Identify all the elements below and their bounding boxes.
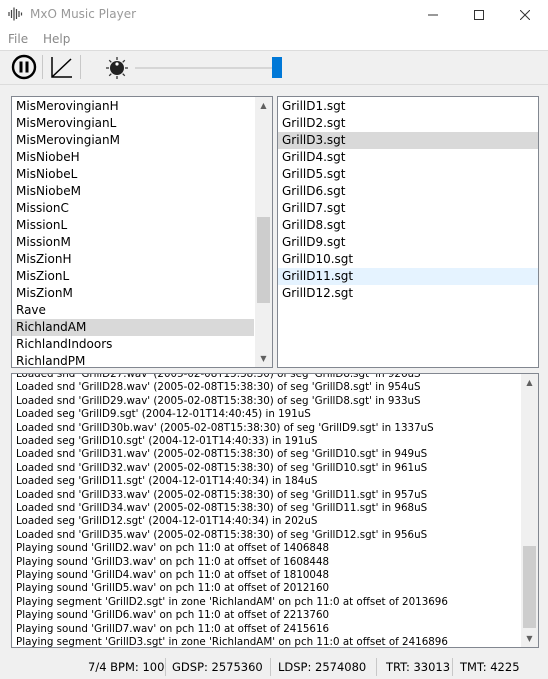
zone-list-item[interactable]: Rave <box>12 302 254 319</box>
segment-list-item[interactable]: GrillD10.sgt <box>278 251 538 268</box>
segment-list-item[interactable]: GrillD5.sgt <box>278 166 538 183</box>
zone-list-item[interactable]: MisZionL <box>12 268 254 285</box>
zone-list-item[interactable]: MissionL <box>12 217 254 234</box>
zone-list-item[interactable]: MissionM <box>12 234 254 251</box>
log-line: Playing segment 'GrillD3.sgt' in zone 'R… <box>16 636 448 648</box>
window-title: MxO Music Player <box>30 7 137 21</box>
zone-list-item[interactable]: RichlandAM <box>12 319 254 336</box>
scroll-down-icon[interactable]: ▼ <box>255 350 272 367</box>
volume-slider-track[interactable] <box>135 67 280 69</box>
segment-list-item[interactable]: GrillD6.sgt <box>278 183 538 200</box>
zone-list-item[interactable]: MisZionH <box>12 251 254 268</box>
segment-list-item[interactable]: GrillD4.sgt <box>278 149 538 166</box>
log-line: Loaded snd 'GrillD29.wav' (2005-02-08T15… <box>16 394 421 407</box>
status-gdsp: GDSP: 2575360 <box>172 660 263 674</box>
menu-bar: File Help <box>0 30 548 50</box>
title-bar: MxO Music Player <box>0 0 548 30</box>
segment-list-item[interactable]: GrillD3.sgt <box>278 132 538 149</box>
log-line: Loaded snd 'GrillD28.wav' (2005-02-08T15… <box>16 381 421 394</box>
segment-list-item[interactable]: GrillD8.sgt <box>278 217 538 234</box>
segment-list-item[interactable]: GrillD9.sgt <box>278 234 538 251</box>
zone-list-item[interactable]: MisZionM <box>12 285 254 302</box>
log-line: Loaded snd 'GrillD27.wav' (2005-02-08T15… <box>16 373 421 380</box>
status-separator <box>452 658 453 676</box>
maximize-icon <box>474 9 484 20</box>
menu-help[interactable]: Help <box>43 32 70 46</box>
curve-button[interactable] <box>49 54 75 80</box>
toolbar-separator <box>80 55 81 79</box>
status-separator <box>376 658 377 676</box>
zone-list-item[interactable]: MissionC <box>12 200 254 217</box>
zone-list-scrollbar[interactable]: ▲ ▼ <box>255 97 272 367</box>
zone-list-item[interactable]: MisMerovingianH <box>12 98 254 115</box>
log-scrollbar[interactable]: ▲ ▼ <box>521 374 538 647</box>
log-line: Playing sound 'GrillD4.wav' on pch 11:0 … <box>16 569 330 581</box>
scrollbar-thumb[interactable] <box>257 217 270 303</box>
line-graph-icon <box>51 57 72 78</box>
log-line: Loaded seg 'GrillD11.sgt' (2004-12-01T14… <box>16 475 318 488</box>
status-separator <box>165 658 166 676</box>
zone-list[interactable]: MisMerovingianH MisMerovingianL MisMerovin… <box>11 96 273 368</box>
log-line: Playing sound 'GrillD3.wav' on pch 11:0 … <box>16 555 330 568</box>
log-line: Loaded snd 'GrillD32.wav' (2005-02-08T15… <box>16 461 428 474</box>
zone-list-item[interactable]: MisNiobeM <box>12 183 254 200</box>
pause-button[interactable] <box>11 54 37 80</box>
zone-list-item[interactable]: MisMerovingianM <box>12 132 254 149</box>
log-line: Loaded snd 'GrillD35.wav' (2005-02-08T15… <box>16 528 428 541</box>
log-line: Loaded seg 'GrillD10.sgt' (2004-12-01T14… <box>16 435 318 447</box>
maximize-button[interactable] <box>456 0 502 30</box>
zone-list-item[interactable]: RichlandPM <box>12 353 254 367</box>
waveform-icon <box>8 7 23 21</box>
scroll-up-icon[interactable]: ▲ <box>255 97 272 114</box>
volume-knob-icon <box>106 57 128 79</box>
segment-list-item[interactable]: GrillD12.sgt <box>278 285 538 302</box>
pause-circle-icon <box>11 54 37 80</box>
zone-list-item[interactable]: RichlandIndoors <box>12 336 254 353</box>
segment-list[interactable]: GrillD1.sgt GrillD2.sgt GrillD3.sgt GrillD4… <box>277 96 539 368</box>
close-icon <box>519 9 531 20</box>
zone-list-item[interactable]: MisMerovingianL <box>12 115 254 132</box>
toolbar <box>0 50 548 85</box>
segment-list-item[interactable]: GrillD1.sgt <box>278 98 538 115</box>
scroll-up-icon[interactable]: ▲ <box>521 374 538 391</box>
status-bar: 7/4 BPM: 100 GDSP: 2575360 LDSP: 2574080… <box>0 655 548 679</box>
status-trt: TRT: 33013 <box>386 660 451 674</box>
minimize-button[interactable] <box>410 0 456 30</box>
log-line: Loaded snd 'GrillD34.wav' (2005-02-08T15… <box>16 502 428 514</box>
menu-file[interactable]: File <box>8 32 28 46</box>
log-line: Playing sound 'GrillD5.wav' on pch 11:0 … <box>16 582 330 595</box>
status-bpm: 7/4 BPM: 100 <box>88 660 165 674</box>
segment-list-item[interactable]: GrillD7.sgt <box>278 200 538 217</box>
toolbar-separator <box>42 55 43 79</box>
minimize-icon <box>428 14 438 15</box>
log-line: Playing sound 'GrillD2.wav' on pch 11:0 … <box>16 542 330 555</box>
status-separator <box>270 658 271 676</box>
log-output[interactable]: Loaded snd 'GrillD27.wav' (2005-02-08T15… <box>11 373 539 648</box>
log-line: Playing segment 'GrillD2.sgt' in zone 'R… <box>16 595 448 608</box>
segment-list-item[interactable]: GrillD2.sgt <box>278 115 538 132</box>
log-line: Loaded seg 'GrillD12.sgt' (2004-12-01T14… <box>16 515 318 528</box>
log-line: Loaded snd 'GrillD30b.wav' (2005-02-08T1… <box>16 421 434 434</box>
log-line: Loaded snd 'GrillD31.wav' (2005-02-08T15… <box>16 448 428 461</box>
close-button[interactable] <box>502 0 548 30</box>
zone-list-item[interactable]: MisNiobeH <box>12 149 254 166</box>
status-ldsp: LDSP: 2574080 <box>278 660 367 674</box>
scroll-down-icon[interactable]: ▼ <box>521 630 538 647</box>
status-tmt: TMT: 4225 <box>460 660 520 674</box>
log-line: Loaded seg 'GrillD9.sgt' (2004-12-01T14:… <box>16 408 311 421</box>
volume-slider-thumb[interactable] <box>272 57 282 78</box>
zone-list-item[interactable]: MisNiobeL <box>12 166 254 183</box>
log-line: Loaded snd 'GrillD33.wav' (2005-02-08T15… <box>16 488 428 501</box>
log-line: Playing sound 'GrillD7.wav' on pch 11:0 … <box>16 622 330 635</box>
log-line: Playing sound 'GrillD6.wav' on pch 11:0 … <box>16 609 330 622</box>
segment-list-item[interactable]: GrillD11.sgt <box>278 268 538 285</box>
scrollbar-thumb[interactable] <box>523 546 536 628</box>
